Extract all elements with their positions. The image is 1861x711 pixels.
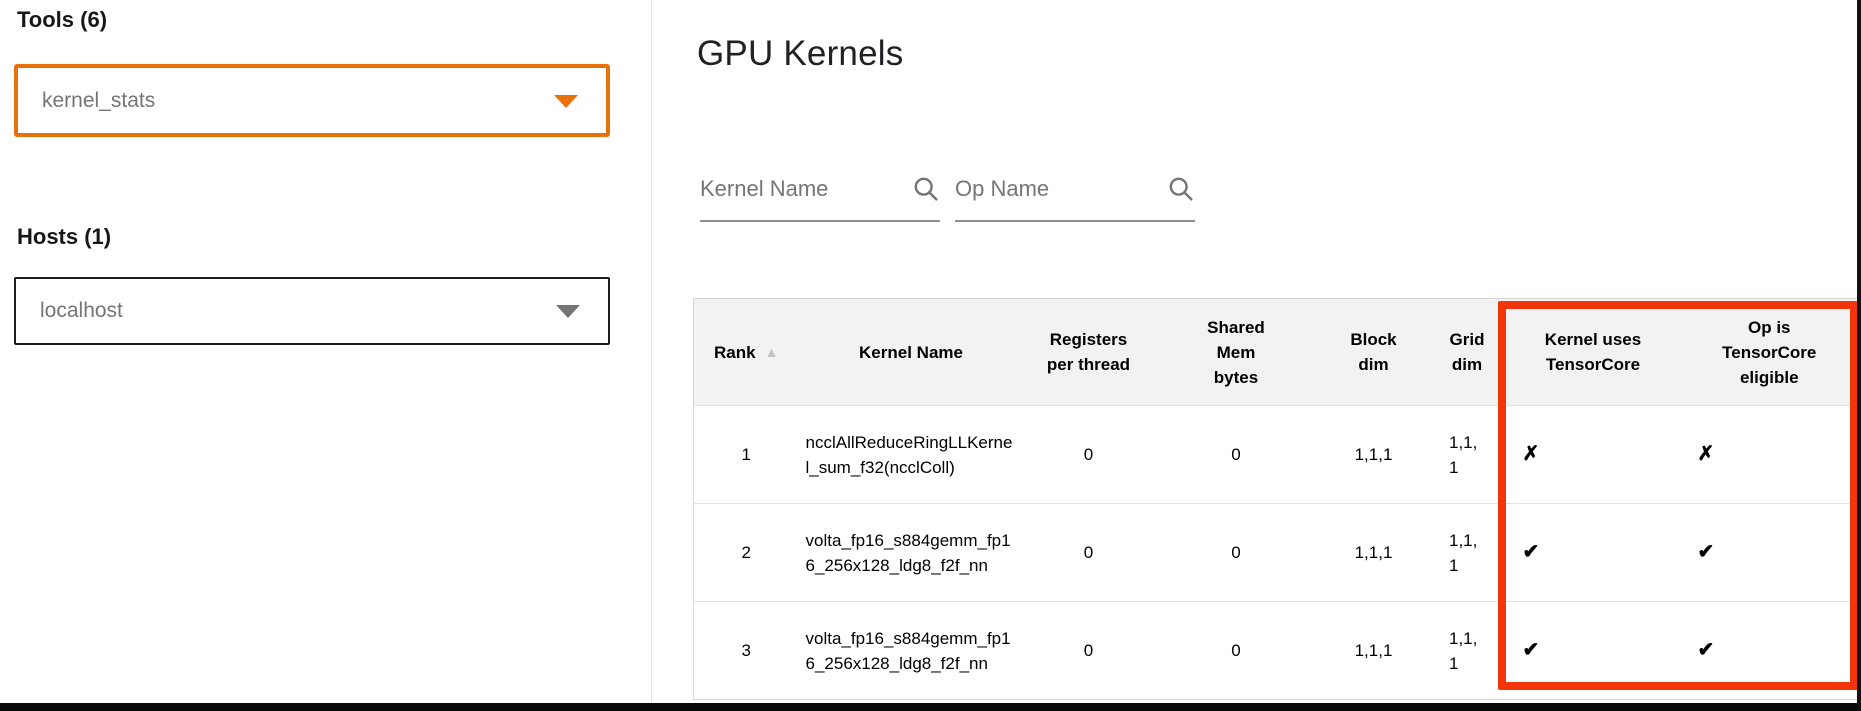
column-header-kernel-uses-tensorcore[interactable]: Kernel uses TensorCore — [1506, 299, 1681, 406]
app-window: Tools (6) kernel_stats Hosts (1) localho… — [0, 0, 1861, 711]
table-row[interactable]: 2 volta_fp16_s884gemm_fp16_256x128_ldg8_… — [694, 504, 1859, 602]
cell-rank: 3 — [694, 602, 799, 700]
kernel-table-container: Rank▲ Kernel Name Registers per thread S… — [693, 298, 1858, 700]
table-row[interactable]: 3 volta_fp16_s884gemm_fp16_256x128_ldg8_… — [694, 602, 1859, 700]
cell-registers: 0 — [1024, 504, 1154, 602]
kernel-name-filter-field — [700, 158, 940, 222]
cell-shared-mem: 0 — [1154, 406, 1319, 504]
hosts-section-label: Hosts (1) — [17, 224, 111, 250]
tools-select[interactable]: kernel_stats — [14, 64, 610, 137]
bottom-border-bar — [0, 703, 1857, 711]
main-content: GPU Kernels — [653, 0, 1861, 703]
cell-kernel-uses-tensorcore: ✔ — [1506, 504, 1681, 602]
column-header-op-tensorcore-eligible[interactable]: Op is TensorCore eligible — [1681, 299, 1859, 406]
cell-shared-mem: 0 — [1154, 602, 1319, 700]
column-header-grid-dim[interactable]: Grid dim — [1429, 299, 1506, 406]
column-header-rank[interactable]: Rank▲ — [694, 299, 799, 406]
op-name-input[interactable] — [955, 158, 1159, 220]
table-header-row: Rank▲ Kernel Name Registers per thread S… — [694, 299, 1859, 406]
tools-select-value: kernel_stats — [42, 89, 155, 113]
column-header-block-dim[interactable]: Block dim — [1319, 299, 1429, 406]
cell-kernel-name: ncclAllReduceRingLLKernel_sum_f32(ncclCo… — [799, 406, 1024, 504]
cell-op-tensorcore-eligible: ✗ — [1681, 406, 1859, 504]
cell-block-dim: 1,1,1 — [1319, 504, 1429, 602]
hosts-select-value: localhost — [40, 299, 123, 323]
cell-kernel-uses-tensorcore: ✗ — [1506, 406, 1681, 504]
tools-section-label: Tools (6) — [17, 7, 107, 33]
sort-asc-icon: ▲ — [765, 344, 779, 360]
cell-registers: 0 — [1024, 602, 1154, 700]
column-header-shared-mem-bytes[interactable]: Shared Mem bytes — [1154, 299, 1319, 406]
cell-grid-dim: 1,1,1 — [1429, 504, 1506, 602]
cell-block-dim: 1,1,1 — [1319, 602, 1429, 700]
cell-grid-dim: 1,1,1 — [1429, 602, 1506, 700]
cell-kernel-name: volta_fp16_s884gemm_fp16_256x128_ldg8_f2… — [799, 602, 1024, 700]
kernel-stats-table: Rank▲ Kernel Name Registers per thread S… — [693, 298, 1859, 700]
dropdown-arrow-icon — [554, 95, 578, 108]
cell-block-dim: 1,1,1 — [1319, 406, 1429, 504]
cell-kernel-uses-tensorcore: ✔ — [1506, 602, 1681, 700]
dropdown-arrow-icon — [556, 305, 580, 318]
page-title: GPU Kernels — [697, 34, 903, 74]
cell-shared-mem: 0 — [1154, 504, 1319, 602]
cell-rank: 1 — [694, 406, 799, 504]
sidebar: Tools (6) kernel_stats Hosts (1) localho… — [0, 0, 652, 703]
cell-registers: 0 — [1024, 406, 1154, 504]
cell-op-tensorcore-eligible: ✔ — [1681, 504, 1859, 602]
search-icon — [1166, 174, 1195, 203]
op-name-filter-field — [955, 158, 1195, 222]
column-header-registers-per-thread[interactable]: Registers per thread — [1024, 299, 1154, 406]
search-icon — [911, 174, 940, 203]
column-header-kernel-name[interactable]: Kernel Name — [799, 299, 1024, 406]
hosts-select[interactable]: localhost — [14, 277, 610, 345]
kernel-name-input[interactable] — [700, 158, 904, 220]
cell-op-tensorcore-eligible: ✔ — [1681, 602, 1859, 700]
cell-grid-dim: 1,1,1 — [1429, 406, 1506, 504]
cell-kernel-name: volta_fp16_s884gemm_fp16_256x128_ldg8_f2… — [799, 504, 1024, 602]
cell-rank: 2 — [694, 504, 799, 602]
table-row[interactable]: 1 ncclAllReduceRingLLKernel_sum_f32(nccl… — [694, 406, 1859, 504]
